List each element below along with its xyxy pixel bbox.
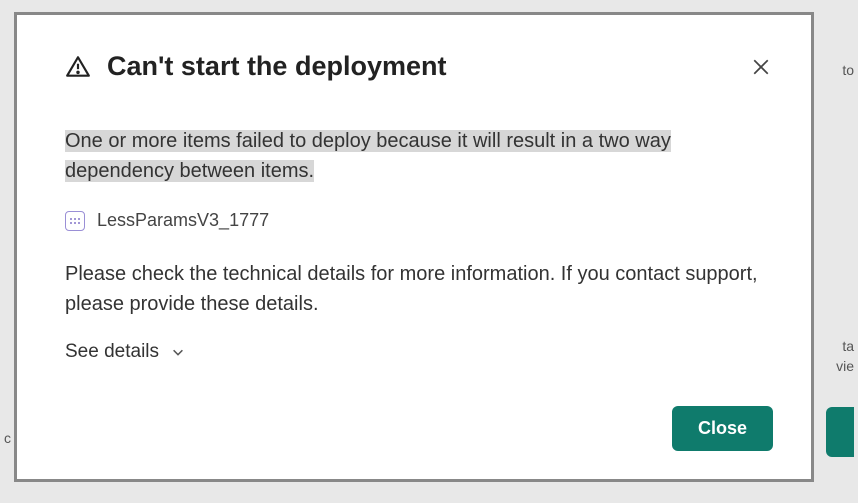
close-button[interactable]: Close — [672, 406, 773, 451]
bg-button-fragment — [826, 407, 854, 457]
bg-fragment: ta — [842, 338, 854, 354]
bg-fragment: vie — [836, 358, 854, 374]
error-dialog: Can't start the deployment One or more i… — [14, 12, 814, 482]
help-text: Please check the technical details for m… — [65, 259, 773, 319]
failed-item-name: LessParamsV3_1777 — [97, 210, 269, 231]
dialog-footer: Close — [65, 406, 773, 451]
failed-item-row: LessParamsV3_1777 — [65, 210, 773, 231]
error-message-text: One or more items failed to deploy becau… — [65, 130, 671, 182]
dialog-title-wrap: Can't start the deployment — [65, 51, 446, 82]
see-details-toggle[interactable]: See details — [65, 341, 185, 363]
see-details-label: See details — [65, 341, 159, 363]
chevron-down-icon — [171, 345, 185, 359]
bg-fragment: to — [842, 62, 854, 78]
bg-fragment: c — [4, 430, 11, 446]
item-type-icon — [65, 211, 85, 231]
dialog-header: Can't start the deployment — [65, 51, 773, 82]
error-message: One or more items failed to deploy becau… — [65, 126, 773, 186]
close-icon[interactable] — [749, 55, 773, 79]
warning-triangle-icon — [65, 54, 91, 80]
dialog-title: Can't start the deployment — [107, 51, 446, 82]
